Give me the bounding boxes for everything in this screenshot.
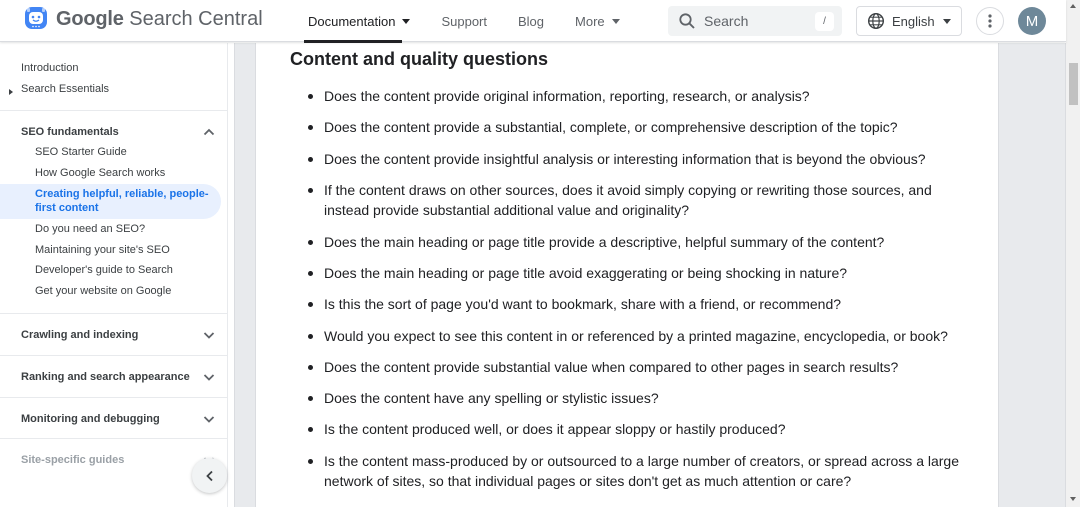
- list-item: Does the content provide a substantial, …: [303, 117, 963, 138]
- nav-more[interactable]: More: [575, 0, 620, 42]
- nav-more-label: More: [575, 13, 605, 29]
- list-item: Is the content produced well, or does it…: [303, 419, 963, 440]
- sidebar-item-developers-guide[interactable]: Developer's guide to Search: [35, 264, 173, 276]
- sidebar-section-monitoring-debugging[interactable]: Monitoring and debugging: [0, 397, 227, 439]
- sidebar-item-seo-starter-guide[interactable]: SEO Starter Guide: [35, 146, 127, 158]
- section-title: Crawling and indexing: [21, 328, 139, 341]
- sidebar-item-maintaining-seo[interactable]: Maintaining your site's SEO: [35, 244, 170, 256]
- section-title: Monitoring and debugging: [21, 412, 160, 425]
- right-gutter: [998, 43, 1066, 507]
- quality-questions-list: Does the content provide original inform…: [303, 86, 963, 503]
- search-shortcut-hint: /: [815, 12, 834, 31]
- caret-down-icon: [942, 18, 951, 24]
- list-item: Does the content have any spelling or st…: [303, 388, 963, 409]
- brand-google: Google: [56, 7, 124, 30]
- section-title: Site-specific guides: [21, 453, 125, 466]
- list-item: Does the content provide original inform…: [303, 86, 963, 107]
- nav-documentation-label: Documentation: [308, 13, 396, 29]
- search-central-robot-icon: [25, 7, 47, 29]
- nav-support-label: Support: [441, 13, 487, 29]
- list-item: Is the content mass-produced by or outso…: [303, 451, 963, 492]
- site-logo[interactable]: Google Search Central: [22, 5, 263, 33]
- brand-product: Search Central: [129, 7, 263, 30]
- site-title: Google Search Central: [56, 8, 263, 31]
- top-header: Google Search Central Documentation Supp…: [0, 0, 1066, 43]
- list-item: If the content draws on other sources, d…: [303, 180, 963, 221]
- language-label: English: [892, 13, 935, 29]
- chevron-left-icon: [205, 470, 213, 481]
- search-input[interactable]: [704, 13, 804, 29]
- sidebar-item-search-essentials[interactable]: Search Essentials: [21, 83, 109, 95]
- top-nav: Documentation Support Blog More: [303, 0, 651, 43]
- language-selector[interactable]: English: [856, 6, 962, 36]
- chevron-up-icon: [203, 128, 215, 135]
- sidebar-item-introduction[interactable]: Introduction: [21, 62, 78, 74]
- list-item: Would you expect to see this content in …: [303, 326, 963, 347]
- section-title: SEO fundamentals: [21, 125, 119, 138]
- page-scrollbar-thumb[interactable]: [1069, 63, 1078, 105]
- user-avatar[interactable]: M: [1018, 7, 1046, 35]
- sidebar-item-how-google-search-works[interactable]: How Google Search works: [35, 167, 165, 179]
- more-options-button[interactable]: [976, 7, 1004, 35]
- list-item: Does the content provide substantial val…: [303, 357, 963, 378]
- nav-blog[interactable]: Blog: [518, 0, 544, 42]
- caret-down-icon: [402, 18, 411, 24]
- list-item: Does the main heading or page title prov…: [303, 232, 963, 253]
- globe-icon: [867, 12, 885, 30]
- scroll-down-arrow-icon[interactable]: [1070, 497, 1076, 501]
- chevron-down-icon: [203, 373, 215, 381]
- collapse-sidebar-button[interactable]: [192, 458, 227, 493]
- nav-support[interactable]: Support: [441, 0, 487, 42]
- expand-arrow-icon[interactable]: [9, 89, 13, 95]
- sidebar-section-ranking-search-appearance[interactable]: Ranking and search appearance: [0, 355, 227, 397]
- search-box[interactable]: /: [668, 6, 842, 36]
- sidebar-item-get-website-on-google[interactable]: Get your website on Google: [35, 285, 171, 297]
- chevron-down-icon: [203, 415, 215, 423]
- more-vert-icon: [988, 14, 992, 28]
- search-icon: [679, 13, 695, 29]
- sidebar-item-do-you-need-an-seo[interactable]: Do you need an SEO?: [35, 223, 145, 235]
- chevron-down-icon: [203, 331, 215, 339]
- main-content: Content and quality questions Does the c…: [257, 43, 998, 507]
- section-title: Ranking and search appearance: [21, 370, 190, 383]
- left-gutter: [234, 43, 256, 507]
- nav-documentation[interactable]: Documentation: [303, 0, 411, 43]
- list-item: Does the content provide insightful anal…: [303, 149, 963, 170]
- left-nav-sidebar: Introduction Search Essentials SEO funda…: [0, 43, 228, 507]
- caret-down-icon: [611, 18, 620, 24]
- sidebar-section-crawling-indexing[interactable]: Crawling and indexing: [0, 313, 227, 355]
- nav-blog-label: Blog: [518, 13, 545, 29]
- sidebar-item-creating-helpful-content[interactable]: Creating helpful, reliable, people-first…: [35, 188, 210, 215]
- list-item: Does the main heading or page title avoi…: [303, 263, 963, 284]
- section-heading: Content and quality questions: [290, 49, 549, 69]
- scroll-up-arrow-icon[interactable]: [1070, 4, 1076, 8]
- list-item: Is this the sort of page you'd want to b…: [303, 294, 963, 315]
